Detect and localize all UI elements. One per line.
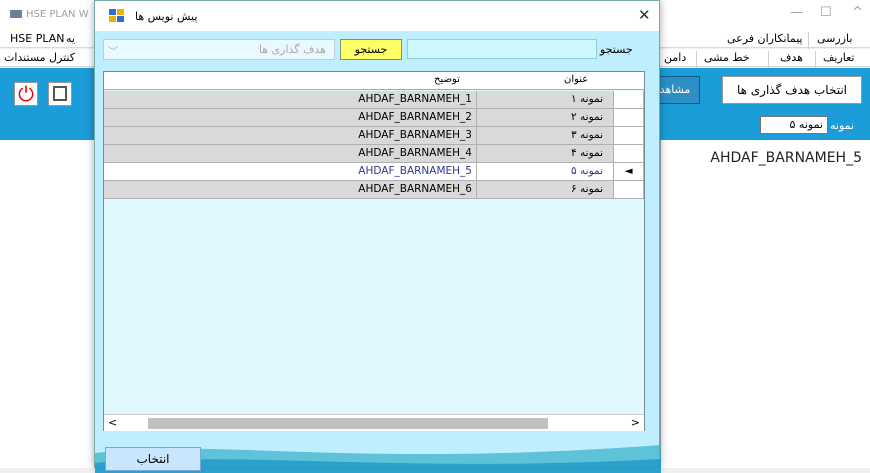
- scroll-right-icon[interactable]: >: [631, 416, 640, 429]
- horizontal-scrollbar[interactable]: < >: [104, 414, 644, 431]
- cell-description[interactable]: AHDAF_BARNAMEH_1: [104, 91, 477, 109]
- cell-title[interactable]: نمونه ۵: [477, 163, 614, 181]
- scroll-left-icon[interactable]: <: [108, 416, 117, 429]
- minimize-button[interactable]: —: [790, 5, 803, 20]
- description-panel: AHDAF_BARNAMEH_5: [660, 140, 870, 468]
- menu-subcontractors[interactable]: پیمانکاران فرعی: [727, 32, 803, 45]
- goals-select[interactable]: هدف گذاری ها ﹀: [103, 39, 335, 60]
- row-selector[interactable]: [614, 145, 644, 163]
- power-icon[interactable]: ⏻: [14, 82, 38, 106]
- cell-title[interactable]: نمونه ۳: [477, 127, 614, 145]
- cell-title[interactable]: نمونه ۴: [477, 145, 614, 163]
- cell-description[interactable]: AHDAF_BARNAMEH_6: [104, 181, 477, 199]
- name-label: نمونه: [830, 119, 855, 132]
- grid-header: توضیح عنوان: [104, 72, 644, 90]
- collapse-button[interactable]: ^: [852, 5, 863, 20]
- description-value: AHDAF_BARNAMEH_5: [710, 150, 862, 166]
- menu-scope[interactable]: دامن: [664, 51, 686, 64]
- row-selector[interactable]: [614, 127, 644, 145]
- scrollbar-thumb[interactable]: [148, 418, 548, 429]
- table-row[interactable]: AHDAF_BARNAMEH_2 نمونه ۲: [104, 109, 644, 127]
- cell-title[interactable]: نمونه ۱: [477, 91, 614, 109]
- chevron-down-icon: ﹀: [108, 47, 118, 58]
- column-header-title[interactable]: عنوان: [564, 74, 588, 85]
- cell-title[interactable]: نمونه ۲: [477, 109, 614, 127]
- column-header-description[interactable]: توضیح: [434, 74, 460, 85]
- maximize-button[interactable]: ☐: [820, 5, 832, 20]
- row-selector[interactable]: [614, 109, 644, 127]
- select-goals-button[interactable]: انتخاب هدف گذاری ها: [722, 76, 862, 104]
- cell-description[interactable]: AHDAF_BARNAMEH_5: [104, 163, 477, 181]
- row-selector[interactable]: [614, 181, 644, 199]
- grid-app-icon: [109, 9, 125, 23]
- left-panel: [0, 140, 95, 468]
- table-row[interactable]: AHDAF_BARNAMEH_3 نمونه ۳: [104, 127, 644, 145]
- table-row[interactable]: AHDAF_BARNAMEH_1 نمونه ۱: [104, 91, 644, 109]
- menu-ye[interactable]: یه: [66, 32, 75, 45]
- close-icon[interactable]: ✕: [638, 6, 651, 24]
- cell-title[interactable]: نمونه ۶: [477, 181, 614, 199]
- menu-hse-plan[interactable]: HSE PLAN: [10, 32, 64, 45]
- table-row[interactable]: AHDAF_BARNAMEH_5 نمونه ۵ ◄: [104, 163, 644, 181]
- cell-description[interactable]: AHDAF_BARNAMEH_4: [104, 145, 477, 163]
- table-row[interactable]: AHDAF_BARNAMEH_4 نمونه ۴: [104, 145, 644, 163]
- menu-definitions[interactable]: تعاریف: [823, 51, 854, 64]
- cell-description[interactable]: AHDAF_BARNAMEH_3: [104, 127, 477, 145]
- drafts-grid[interactable]: توضیح عنوان AHDAF_BARNAMEH_1 نمونه ۱ AHDAF…: [103, 71, 645, 431]
- drafts-dialog: پیش نویس ها ✕ جستجو جستجو هدف گذاری ها ﹀…: [94, 0, 661, 473]
- menu-inspection[interactable]: بازرسی: [817, 32, 852, 45]
- search-input[interactable]: [407, 39, 597, 59]
- search-button[interactable]: جستجو: [340, 39, 402, 60]
- dialog-title-bar: پیش نویس ها ✕: [95, 1, 659, 31]
- save-icon[interactable]: [48, 82, 72, 106]
- row-selector[interactable]: ◄: [614, 163, 644, 181]
- cell-description[interactable]: AHDAF_BARNAMEH_2: [104, 109, 477, 127]
- select-button[interactable]: انتخاب: [105, 447, 201, 471]
- goals-select-placeholder: هدف گذاری ها: [258, 43, 326, 56]
- menu-goal[interactable]: هدف: [780, 51, 803, 64]
- main-window-title: HSE PLAN W: [26, 9, 89, 20]
- menu-policy[interactable]: خط مشی: [704, 51, 750, 64]
- row-selector[interactable]: [614, 91, 644, 109]
- name-field[interactable]: نمونه ۵: [760, 116, 828, 134]
- menu-document-control[interactable]: کنترل مستندات: [4, 51, 75, 64]
- dialog-title: پیش نویس ها: [135, 10, 198, 23]
- search-label: جستجو: [600, 43, 633, 56]
- app-logo-icon: [10, 10, 22, 18]
- table-row[interactable]: AHDAF_BARNAMEH_6 نمونه ۶: [104, 181, 644, 199]
